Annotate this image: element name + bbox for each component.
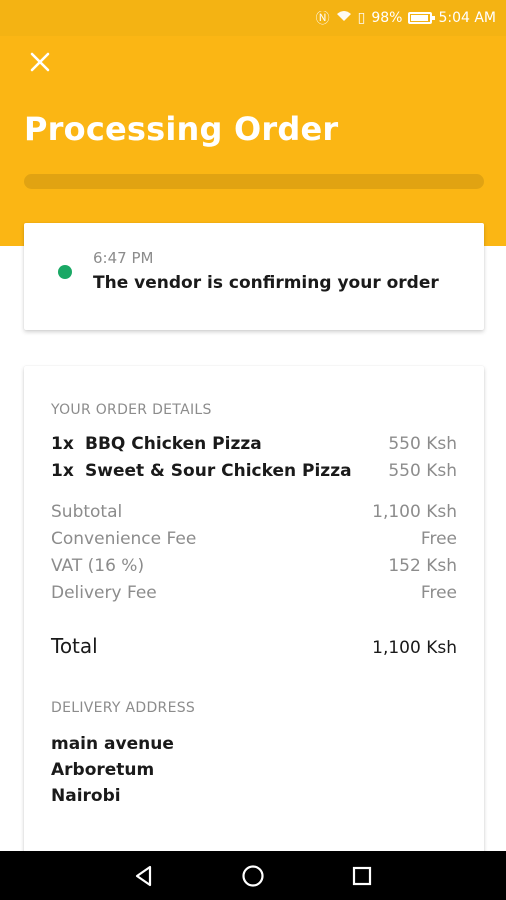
page-title: Processing Order xyxy=(24,110,339,148)
nfc-icon: Ⓝ xyxy=(315,11,330,27)
order-item-desc: 1x BBQ Chicken Pizza xyxy=(51,434,262,454)
order-item-qty: 1x xyxy=(51,434,74,454)
battery-icon xyxy=(408,12,436,24)
status-time: 6:47 PM xyxy=(93,249,154,267)
fee-row-delivery: Delivery Fee Free xyxy=(51,583,457,603)
home-button[interactable] xyxy=(233,856,273,896)
fee-label: Delivery Fee xyxy=(51,583,157,603)
fee-label: Subtotal xyxy=(51,502,123,522)
total-amount: 1,100 Ksh xyxy=(372,638,457,658)
order-item-name: Sweet & Sour Chicken Pizza xyxy=(85,461,352,481)
order-item-name: BBQ Chicken Pizza xyxy=(85,434,262,454)
order-status-card: 6:47 PM The vendor is confirming your or… xyxy=(24,223,484,330)
recents-button[interactable] xyxy=(342,856,382,896)
back-button[interactable] xyxy=(124,856,164,896)
close-icon xyxy=(30,52,50,72)
order-item-amount: 550 Ksh xyxy=(388,461,457,481)
battery-percent: 98% xyxy=(371,10,403,26)
home-circle-icon xyxy=(242,864,264,887)
total-row: Total 1,100 Ksh xyxy=(51,634,457,658)
order-details-label: YOUR ORDER DETAILS xyxy=(51,402,212,418)
order-item: 1x BBQ Chicken Pizza 550 Ksh xyxy=(51,434,457,454)
fee-label: Convenience Fee xyxy=(51,529,197,549)
fee-row-vat: VAT (16 %) 152 Ksh xyxy=(51,556,457,576)
order-item-amount: 550 Ksh xyxy=(388,434,457,454)
fee-amount: 1,100 Ksh xyxy=(372,502,457,522)
back-triangle-icon xyxy=(136,865,152,886)
status-dot-icon xyxy=(58,265,72,279)
order-item-desc: 1x Sweet & Sour Chicken Pizza xyxy=(51,461,352,481)
order-item-qty: 1x xyxy=(51,461,74,481)
close-button[interactable] xyxy=(24,46,56,78)
header: Processing Order xyxy=(0,36,506,246)
recents-square-icon xyxy=(352,866,371,885)
sim-icon: ▯ xyxy=(357,10,366,26)
order-progress-bar xyxy=(24,174,484,189)
fee-label: VAT (16 %) xyxy=(51,556,145,576)
status-bar: Ⓝ ▯ 98% 5:04 AM xyxy=(0,0,506,36)
address-line: main avenue xyxy=(51,734,174,754)
system-nav-bar xyxy=(0,851,506,900)
address-line: Arboretum xyxy=(51,760,155,780)
wifi-icon xyxy=(336,10,352,26)
order-item: 1x Sweet & Sour Chicken Pizza 550 Ksh xyxy=(51,461,457,481)
status-message: The vendor is confirming your order xyxy=(93,273,439,293)
clock: 5:04 AM xyxy=(438,10,496,26)
fee-amount: 152 Ksh xyxy=(388,556,457,576)
total-label: Total xyxy=(51,634,98,658)
fee-row-convenience: Convenience Fee Free xyxy=(51,529,457,549)
order-details-card: YOUR ORDER DETAILS 1x BBQ Chicken Pizza 5… xyxy=(24,366,484,866)
delivery-address-label: DELIVERY ADDRESS xyxy=(51,700,196,716)
address-line: Nairobi xyxy=(51,786,121,806)
fee-amount: Free xyxy=(420,529,457,549)
fee-row-subtotal: Subtotal 1,100 Ksh xyxy=(51,502,457,522)
fee-amount: Free xyxy=(420,583,457,603)
